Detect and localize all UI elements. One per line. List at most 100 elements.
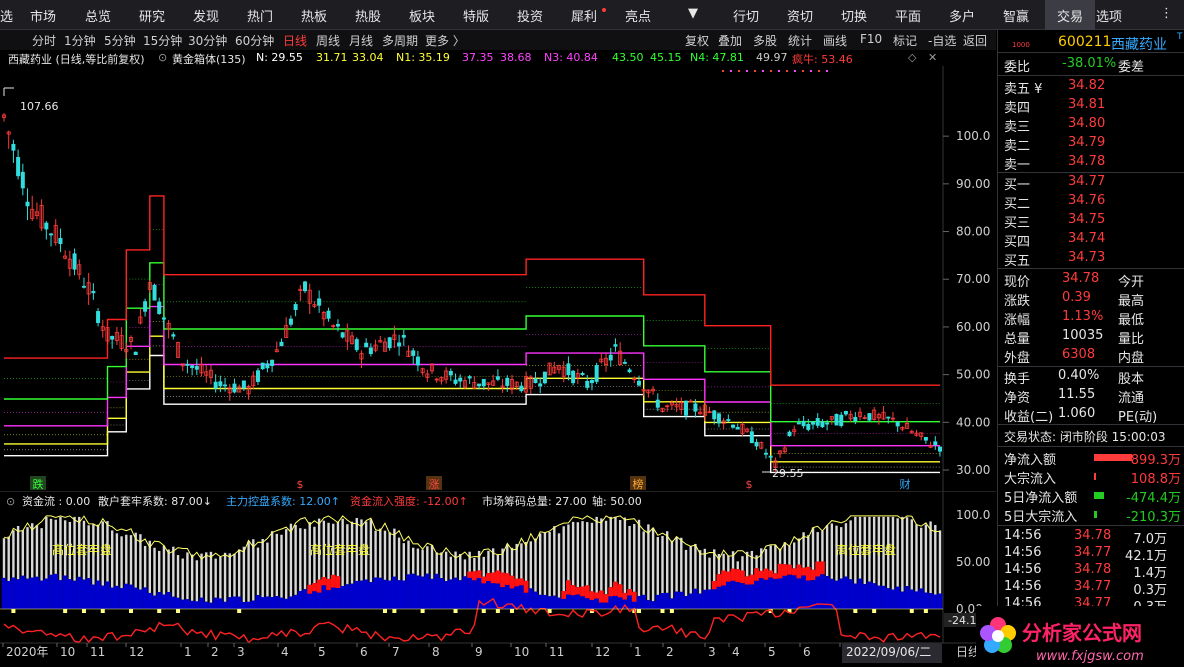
- tool-button-5[interactable]: F10: [860, 32, 882, 46]
- tool-button-2[interactable]: 多股: [753, 32, 777, 49]
- nav-item-1[interactable]: 市场: [30, 6, 56, 25]
- tool-button-6[interactable]: 标记: [893, 32, 917, 49]
- axis-mark: [128, 609, 133, 613]
- period-tab-8[interactable]: 月线: [349, 32, 373, 49]
- chip-column: [134, 532, 137, 588]
- control-column: [627, 595, 632, 609]
- tool-button-8[interactable]: 返回: [963, 32, 987, 49]
- indicator-toggle-icon[interactable]: ⊙: [6, 495, 15, 508]
- chip-column: [209, 551, 213, 603]
- indicator-toggle-icon[interactable]: ⊙: [158, 51, 167, 64]
- candle-body: [843, 410, 848, 415]
- nav-item-16[interactable]: 切换: [841, 6, 867, 25]
- nav-item-5[interactable]: 热门: [247, 6, 273, 25]
- sell-row[interactable]: 卖四 34.81: [998, 96, 1184, 116]
- nav-item-14[interactable]: 行切: [733, 6, 759, 25]
- period-tab-4[interactable]: 30分钟: [188, 32, 227, 49]
- sell-row[interactable]: 卖一 34.78: [998, 153, 1184, 173]
- chip-column: [924, 524, 928, 593]
- tool-button-7[interactable]: -自选: [928, 32, 956, 49]
- nav-item-7[interactable]: 热股: [355, 6, 381, 25]
- nav-item-18[interactable]: 多户: [949, 6, 975, 25]
- diamond-icon[interactable]: ◇: [908, 51, 916, 64]
- nav-item-17[interactable]: 平面: [895, 6, 921, 25]
- period-tab-1[interactable]: 1分钟: [64, 32, 96, 49]
- nav-item-9[interactable]: 特版: [463, 6, 489, 25]
- nav-item-3[interactable]: 研究: [139, 6, 165, 25]
- event-marker[interactable]: 涨: [429, 478, 440, 491]
- period-tab-5[interactable]: 60分钟: [235, 32, 274, 49]
- nav-item-21[interactable]: 选项: [1096, 6, 1122, 25]
- tool-button-0[interactable]: 复权: [685, 32, 709, 49]
- flow-row: 5日大宗流入 -210.3万: [998, 505, 1184, 525]
- period-tab-9[interactable]: 多周期: [382, 32, 418, 49]
- control-column: [471, 580, 477, 609]
- buy-row[interactable]: 买三 34.75: [998, 211, 1184, 231]
- candle-body: [303, 281, 308, 292]
- nav-item-10[interactable]: 投资: [517, 6, 543, 25]
- nav-item-11[interactable]: 犀利: [571, 6, 597, 25]
- chip-column: [586, 522, 589, 586]
- chip-column: [26, 527, 29, 579]
- period-tab-0[interactable]: 分时: [32, 32, 56, 49]
- period-tab-10[interactable]: 更多 〉: [425, 32, 465, 49]
- nav-item-13[interactable]: ▼: [688, 6, 698, 21]
- control-column: [439, 578, 444, 609]
- event-marker[interactable]: 财: [900, 477, 911, 491]
- nav-item-12[interactable]: 亮点: [625, 6, 651, 25]
- period-tab-6[interactable]: 日线: [283, 32, 307, 49]
- stock-name[interactable]: 西藏药业: [1111, 34, 1167, 54]
- tool-button-4[interactable]: 画线: [823, 32, 847, 49]
- chip-column: [129, 535, 133, 585]
- candlestick-chart[interactable]: 100.0 90.00 80.00 70.00 60.00 50.00 40.00 30.00…: [0, 66, 996, 491]
- axis-mark: [660, 609, 665, 613]
- nav-item-2[interactable]: 总览: [85, 6, 111, 25]
- quote-panel: 1000 600211 西藏药业 T 委比 -38.01% 委差 卖五 ¥ 34.…: [997, 30, 1184, 667]
- buy-row[interactable]: 买四 34.74: [998, 230, 1184, 250]
- period-tab-7[interactable]: 周线: [316, 32, 340, 49]
- nav-item-4[interactable]: 发现: [193, 6, 219, 25]
- candle-body: [340, 332, 345, 338]
- sell-row[interactable]: 卖五 ¥ 34.82: [998, 77, 1184, 97]
- period-tab-2[interactable]: 5分钟: [104, 32, 136, 49]
- x-tick-label: 6: [360, 645, 368, 659]
- flow-value: 108.8万: [1130, 472, 1181, 487]
- trade-status: 交易状态: 闭市阶段 15:00:03: [1004, 430, 1166, 444]
- candle-body: [566, 363, 571, 376]
- event-marker[interactable]: 跌: [33, 477, 44, 491]
- buy-row[interactable]: 买五 34.73: [998, 249, 1184, 269]
- control-column: [533, 591, 538, 609]
- sell-row[interactable]: 卖三 34.80: [998, 115, 1184, 135]
- candle-body: [580, 372, 585, 375]
- close-indicator-icon[interactable]: ✕: [928, 51, 937, 64]
- buy-row[interactable]: 买二 34.76: [998, 192, 1184, 212]
- control-column: [100, 585, 106, 609]
- flow-label: 5日净流入额: [1004, 491, 1078, 506]
- event-marker[interactable]: $: [746, 478, 753, 491]
- nav-item-0[interactable]: 选: [0, 6, 13, 25]
- nav-item-6[interactable]: 热板: [301, 6, 327, 25]
- chip-column: [774, 544, 777, 574]
- nav-item-22[interactable]: ⋮: [1160, 6, 1173, 21]
- nav-item-20[interactable]: 交易: [1045, 0, 1095, 30]
- buy-row[interactable]: 买一 34.77: [998, 173, 1184, 193]
- sell-row[interactable]: 卖二 34.79: [998, 134, 1184, 154]
- capital-flow-chart[interactable]: ⊙ 资金流 : 0.00 散户套牢系数: 87.00↓ 主力控盘系数: 12.00↑ 资…: [0, 491, 996, 667]
- control-column: [711, 589, 717, 609]
- event-marker[interactable]: 榜: [633, 477, 644, 491]
- nav-item-19[interactable]: 智赢: [1003, 6, 1029, 25]
- candle-body: [763, 452, 768, 455]
- control-column: [645, 600, 651, 609]
- period-tab-3[interactable]: 15分钟: [143, 32, 182, 49]
- nav-item-8[interactable]: 板块: [409, 6, 435, 25]
- tool-button-1[interactable]: 叠加: [718, 32, 742, 49]
- control-column: [598, 602, 604, 609]
- stock-code[interactable]: 600211: [1058, 34, 1111, 50]
- event-marker[interactable]: $: [297, 478, 304, 491]
- control-column: [255, 595, 261, 609]
- indicator-name[interactable]: 黄金箱体(135): [172, 51, 246, 67]
- tool-button-3[interactable]: 统计: [788, 32, 812, 49]
- chip-column: [379, 528, 382, 578]
- nav-item-15[interactable]: 资切: [787, 6, 813, 25]
- candle-body: [401, 335, 406, 338]
